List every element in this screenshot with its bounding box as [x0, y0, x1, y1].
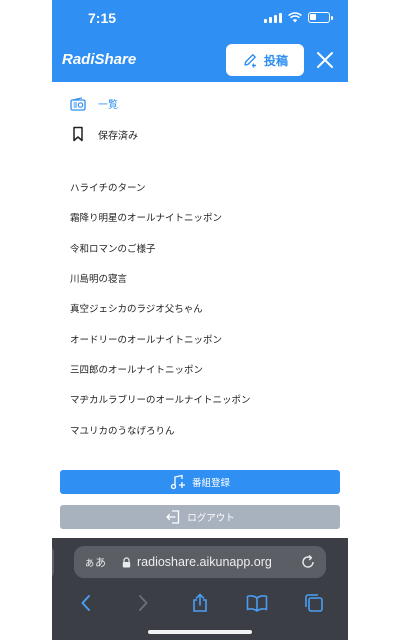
chevron-left-icon	[81, 595, 91, 611]
logout-icon	[166, 510, 180, 524]
list-fade	[52, 436, 348, 466]
nav-item-list[interactable]: 一覧	[70, 96, 118, 111]
backdrop-left	[0, 0, 52, 640]
radio-icon	[70, 96, 86, 111]
back-button[interactable]	[73, 590, 99, 616]
logout-label: ログアウト	[187, 513, 235, 524]
address-bar[interactable]: ぁあ radioshare.aikunapp.org	[74, 546, 326, 578]
bookmark-icon	[73, 126, 83, 142]
list-item[interactable]: マヂカルラブリーのオールナイトニッポン	[70, 384, 330, 414]
nav-item-saved[interactable]: 保存済み	[70, 126, 138, 142]
brand-logo[interactable]: RadiShare	[62, 51, 136, 68]
wifi-icon	[288, 12, 302, 23]
home-indicator[interactable]	[148, 630, 252, 634]
cellular-signal-icon	[264, 12, 282, 23]
logout-button[interactable]: ログアウト	[60, 505, 340, 529]
backdrop-right	[348, 0, 400, 640]
battery-icon	[308, 12, 333, 23]
browser-toolbar	[52, 588, 348, 618]
status-bar: 7:15	[52, 0, 348, 40]
list-item[interactable]: ハライチのターン	[70, 172, 330, 202]
nav-item-list-label: 一覧	[98, 100, 118, 111]
program-list: ハライチのターン 霜降り明星のオールナイトニッポン 令和ロマンのご様子 川島明の…	[70, 172, 330, 445]
app-header: RadiShare 投稿	[52, 40, 348, 82]
chevron-right-icon	[139, 595, 148, 611]
phone-screen: 7:15 RadiShare 投稿 一覧 保存済み ハライチのターン 霜降り明星…	[52, 0, 348, 640]
list-item[interactable]: 川島明の寝言	[70, 263, 330, 293]
post-button[interactable]: 投稿	[226, 44, 304, 76]
tabs-icon	[304, 594, 323, 612]
list-item[interactable]: 三四郎のオールナイトニッポン	[70, 354, 330, 384]
music-add-icon	[170, 474, 185, 490]
lock-icon	[122, 556, 131, 567]
previous-tab-edge[interactable]	[52, 546, 54, 578]
share-button[interactable]	[187, 590, 213, 616]
tabs-button[interactable]	[301, 590, 327, 616]
register-program-label: 番組登録	[191, 478, 230, 489]
forward-button[interactable]	[130, 590, 156, 616]
page-settings-button[interactable]: ぁあ	[84, 554, 106, 570]
reload-icon[interactable]	[300, 554, 316, 570]
list-item[interactable]: 霜降り明星のオールナイトニッポン	[70, 202, 330, 232]
url-text[interactable]: radioshare.aikunapp.org	[137, 555, 272, 569]
status-time: 7:15	[88, 10, 117, 26]
browser-chrome: ぁあ radioshare.aikunapp.org	[52, 538, 348, 640]
list-item[interactable]: 令和ロマンのご様子	[70, 233, 330, 263]
bookmarks-button[interactable]	[244, 590, 270, 616]
book-icon	[246, 595, 268, 612]
close-icon[interactable]	[314, 49, 336, 71]
nav-item-saved-label: 保存済み	[98, 130, 138, 142]
list-item[interactable]: オードリーのオールナイトニッポン	[70, 323, 330, 353]
pencil-icon	[244, 54, 256, 68]
system-icons	[264, 12, 333, 23]
register-program-button[interactable]: 番組登録	[60, 470, 340, 494]
share-icon	[193, 593, 207, 612]
post-button-label: 投稿	[263, 53, 288, 68]
list-item[interactable]: 真空ジェシカのラジオ父ちゃん	[70, 293, 330, 323]
